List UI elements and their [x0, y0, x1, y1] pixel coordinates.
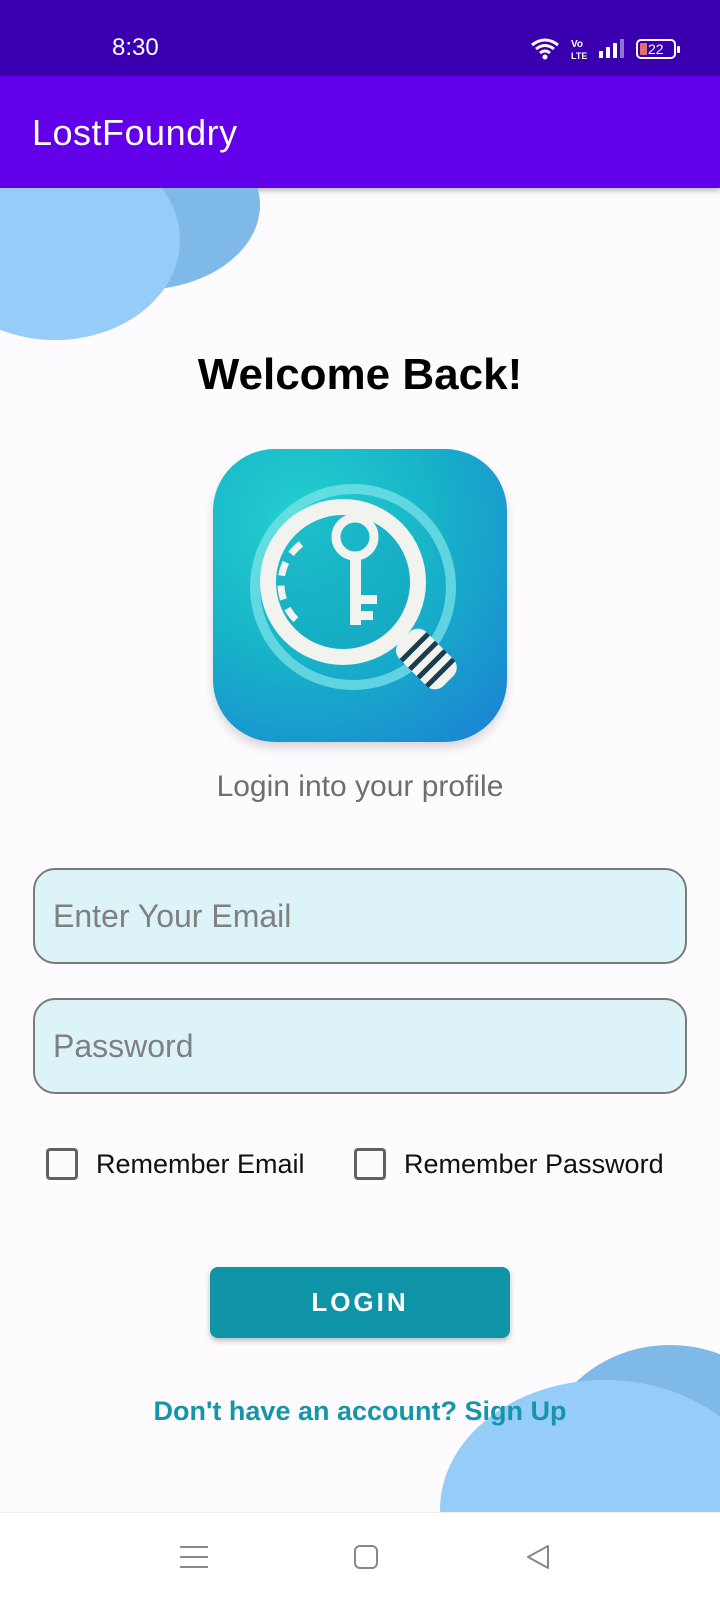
home-square-icon[interactable] — [348, 1539, 384, 1575]
status-time: 8:30 — [112, 34, 159, 61]
app-title: LostFoundry — [32, 112, 238, 153]
wifi-icon — [531, 38, 559, 60]
login-button[interactable]: LOGIN — [210, 1267, 510, 1338]
signal-icon — [599, 39, 624, 58]
subtitle: Login into your profile — [216, 770, 504, 803]
navigation-bar — [0, 1512, 720, 1601]
password-input[interactable] — [35, 1000, 685, 1092]
remember-password-label[interactable]: Remember Password — [404, 1149, 664, 1180]
password-field[interactable] — [33, 998, 687, 1094]
menu-icon[interactable] — [176, 1539, 212, 1575]
welcome-heading: Welcome Back! — [197, 350, 523, 399]
login-screen: Welcome Back! Login into your profile En… — [0, 188, 720, 1512]
status-bar: 8:30 Vo LTE 22 — [0, 0, 720, 76]
email-input[interactable] — [35, 870, 685, 962]
svg-text:LTE: LTE — [571, 51, 587, 61]
remember-password-checkbox-row[interactable]: Remember Password — [354, 1148, 664, 1180]
remember-email-checkbox[interactable] — [46, 1148, 78, 1180]
remember-email-checkbox-row[interactable]: Remember Email — [46, 1148, 305, 1180]
svg-text:Vo: Vo — [571, 39, 583, 50]
battery-level: 22 — [648, 41, 664, 57]
status-icons: Vo LTE 22 — [530, 36, 680, 62]
remember-password-checkbox[interactable] — [354, 1148, 386, 1180]
back-triangle-icon[interactable] — [520, 1539, 556, 1575]
magnifier-key-logo-icon — [213, 449, 507, 742]
decorative-blob — [0, 188, 180, 340]
battery-icon: 22 — [636, 39, 680, 59]
volte-icon: Vo LTE — [571, 39, 587, 61]
email-field[interactable] — [33, 868, 687, 964]
signup-link[interactable]: Don't have an account? Sign Up — [0, 1396, 720, 1427]
remember-email-label[interactable]: Remember Email — [96, 1149, 305, 1180]
app-bar: LostFoundry — [0, 76, 720, 188]
